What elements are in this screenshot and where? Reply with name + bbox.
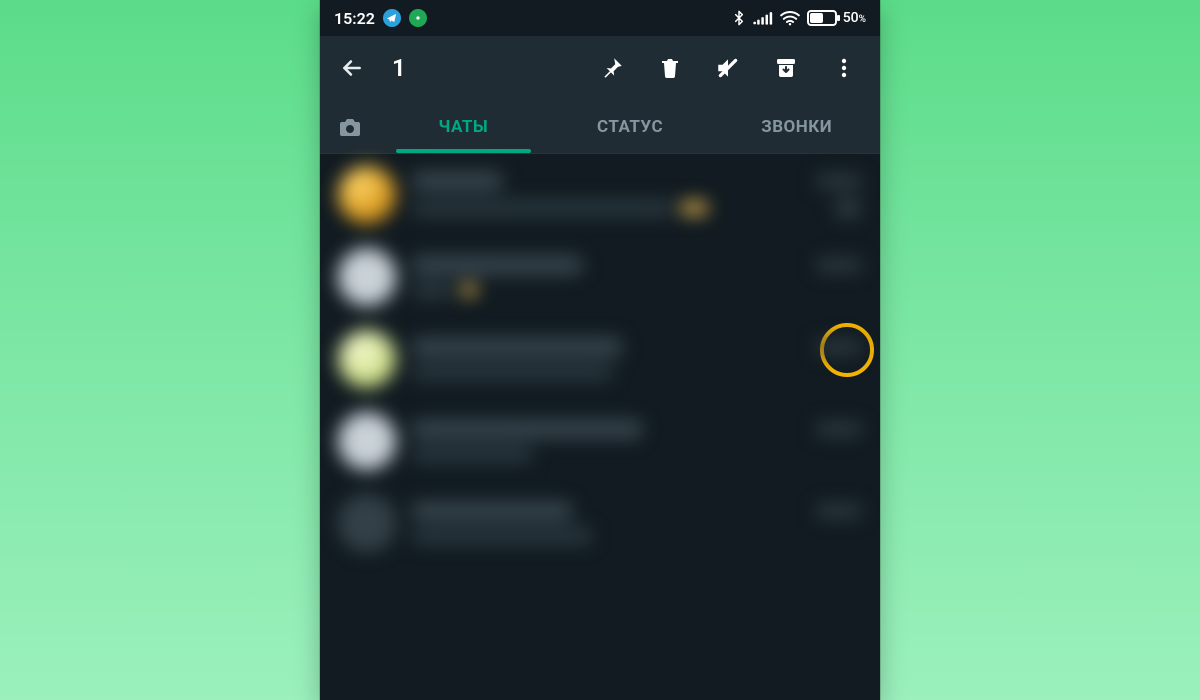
telegram-notification-icon — [383, 9, 401, 27]
archive-button[interactable] — [762, 44, 810, 92]
selection-toolbar: 1 — [320, 36, 880, 100]
more-vertical-icon — [832, 56, 856, 80]
selection-count: 1 — [392, 54, 406, 82]
status-bar-right: 50% — [731, 9, 866, 27]
chat-row[interactable] — [320, 482, 880, 564]
mute-button[interactable] — [704, 44, 752, 92]
clock: 15:22 — [334, 9, 375, 28]
avatar — [338, 330, 396, 388]
camera-tab[interactable] — [320, 100, 380, 153]
chat-row[interactable] — [320, 154, 880, 236]
tab-bar: ЧАТЫ СТАТУС ЗВОНКИ — [320, 100, 880, 154]
archive-icon — [774, 56, 798, 80]
chat-row[interactable] — [320, 400, 880, 482]
more-options-button[interactable] — [820, 44, 868, 92]
avatar — [338, 248, 396, 306]
avatar — [338, 412, 396, 470]
back-button[interactable] — [328, 44, 376, 92]
battery-percent: 50% — [843, 10, 866, 26]
status-bar-left: 15:22 — [334, 9, 427, 28]
battery-icon — [807, 10, 837, 26]
tab-status[interactable]: СТАТУС — [547, 100, 714, 153]
status-bar: 15:22 — [320, 0, 880, 36]
phone-frame: 15:22 — [320, 0, 880, 700]
trash-icon — [658, 55, 682, 81]
bluetooth-icon — [731, 9, 747, 27]
avatar — [338, 494, 396, 552]
wifi-icon — [779, 10, 801, 26]
delete-button[interactable] — [646, 44, 694, 92]
chat-row[interactable] — [320, 318, 880, 400]
app-notification-icon — [409, 9, 427, 27]
pin-icon — [599, 55, 625, 81]
chat-row[interactable] — [320, 236, 880, 318]
tab-calls[interactable]: ЗВОНКИ — [713, 100, 880, 153]
avatar — [338, 166, 396, 224]
signal-icon — [753, 10, 773, 26]
pin-button[interactable] — [588, 44, 636, 92]
tab-chats[interactable]: ЧАТЫ — [380, 100, 547, 153]
mute-icon — [715, 55, 741, 81]
camera-icon — [337, 115, 363, 139]
chat-list-blurred — [320, 154, 880, 700]
